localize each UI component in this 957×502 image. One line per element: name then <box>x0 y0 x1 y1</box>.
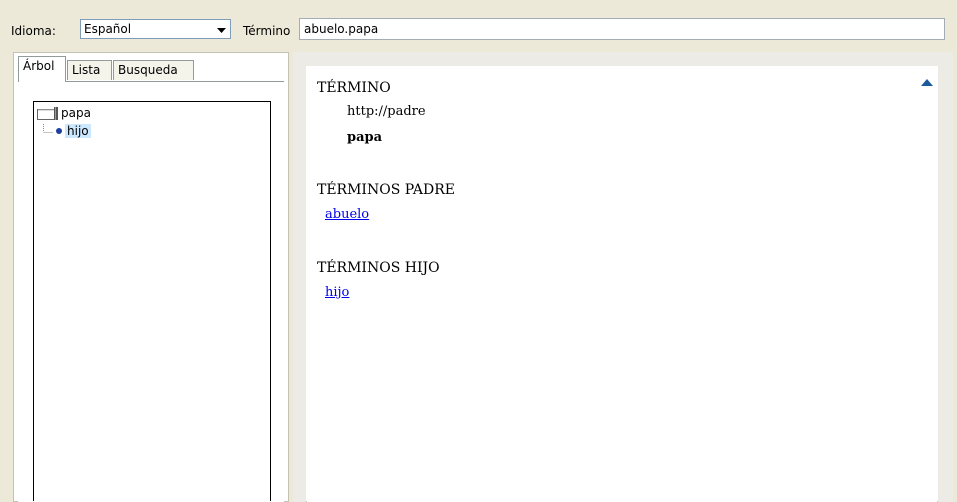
term-tree[interactable]: papa hijo <box>33 101 271 501</box>
panel-top-margin <box>293 52 953 66</box>
tree-node-hijo[interactable]: hijo <box>42 124 91 138</box>
padre-heading: TÉRMINOS PADRE <box>317 182 455 198</box>
hijo-heading: TÉRMINOS HIJO <box>317 260 440 276</box>
tab-arbol[interactable]: Árbol <box>18 56 66 82</box>
term-detail-view <box>307 66 937 502</box>
folder-icon <box>37 106 59 120</box>
tree-node-hijo-label: hijo <box>65 124 91 138</box>
term-input[interactable] <box>299 18 945 40</box>
child-term-link[interactable]: hijo <box>325 285 349 300</box>
scroll-up-icon[interactable] <box>921 75 933 86</box>
bullet-icon <box>56 128 62 134</box>
language-select-value: Español <box>84 22 132 36</box>
tab-arbol-label: Árbol <box>23 59 55 73</box>
idioma-label: Idioma: <box>11 24 56 38</box>
tree-node-papa[interactable]: papa <box>37 106 91 120</box>
panel-right-margin <box>938 52 953 502</box>
tab-lista[interactable]: Lista <box>67 60 112 80</box>
tab-busqueda-label: Busqueda <box>118 63 178 77</box>
tab-busqueda[interactable]: Busqueda <box>113 60 194 80</box>
parent-term-link[interactable]: abuelo <box>325 207 369 222</box>
chevron-down-icon[interactable] <box>216 25 226 35</box>
term-name: papa <box>347 130 383 145</box>
termino-label: Término <box>243 24 291 38</box>
panel-left-margin <box>293 52 306 502</box>
tab-lista-label: Lista <box>72 63 101 77</box>
tree-node-papa-label: papa <box>61 106 91 120</box>
term-uri: http://padre <box>347 104 426 119</box>
language-select[interactable]: Español <box>80 19 231 39</box>
tree-line-icon <box>42 124 56 138</box>
termino-heading: TÉRMINO <box>317 80 391 96</box>
